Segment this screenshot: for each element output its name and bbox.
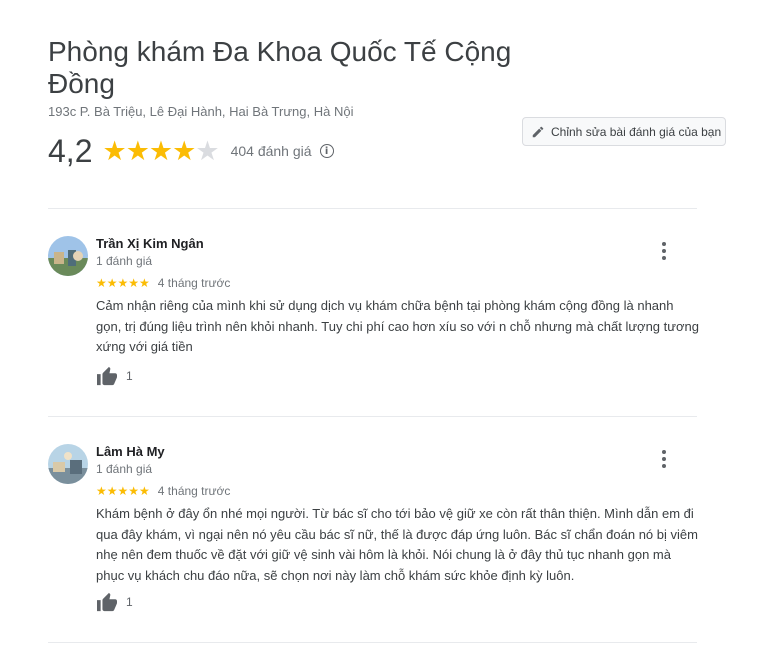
review-card: Trần Xị Kim Ngân 1 đánh giá ★★★★★ 4 thán… (48, 236, 699, 396)
rating-summary: 4,2 ★ ★ ★ ★ ★ 404 đánh giá i (48, 131, 528, 171)
review-rating: ★★★★★ 4 tháng trước (96, 276, 230, 290)
review-card: Lâm Hà My 1 đánh giá ★★★★★ 4 tháng trước… (48, 444, 698, 624)
place-title: Phòng khám Đa Khoa Quốc Tế Cộng Đồng (48, 36, 512, 99)
edit-review-label: Chỉnh sửa bài đánh giá của bạn (551, 124, 722, 139)
review-author[interactable]: Trần Xị Kim Ngân (96, 236, 204, 251)
review-time: 4 tháng trước (157, 276, 231, 290)
like-button[interactable]: 1 (96, 592, 133, 612)
review-time: 4 tháng trước (157, 484, 231, 498)
like-button[interactable]: 1 (96, 366, 133, 386)
pencil-icon (532, 126, 544, 137)
thumbs-up-icon (97, 366, 117, 386)
divider (48, 208, 697, 209)
divider (48, 642, 697, 643)
edit-review-button[interactable]: Chỉnh sửa bài đánh giá của bạn (522, 117, 726, 146)
star-empty-icon: ★ (195, 135, 219, 166)
star-icon: ★ (125, 135, 150, 166)
more-options-icon[interactable] (656, 242, 672, 260)
like-count: 1 (126, 369, 133, 383)
thumbs-up-icon (97, 592, 117, 612)
like-count: 1 (126, 595, 133, 609)
review-author-meta: 1 đánh giá (96, 254, 153, 268)
rating-value: 4,2 (48, 132, 93, 169)
review-author-meta: 1 đánh giá (96, 462, 153, 476)
place-header: Phòng khám Đa Khoa Quốc Tế Cộng Đồng 193… (48, 36, 528, 171)
review-stars: ★★★★★ (96, 276, 150, 290)
avatar[interactable] (48, 236, 88, 276)
info-icon[interactable]: i (319, 144, 334, 158)
review-author[interactable]: Lâm Hà My (96, 444, 165, 459)
review-rating: ★★★★★ 4 tháng trước (96, 484, 230, 498)
review-count: 404 đánh giá (230, 143, 312, 159)
review-text: Khám bệnh ở đây ổn nhé mọi người. Từ bác… (96, 506, 698, 583)
review-stars: ★★★★★ (96, 484, 150, 498)
star-icon: ★ (148, 135, 173, 166)
place-address: 193c P. Bà Triệu, Lê Đại Hành, Hai Bà Tr… (48, 104, 354, 119)
rating-stars: ★ ★ ★ ★ ★ (102, 135, 219, 166)
review-text: Cảm nhận riêng của mình khi sử dụng dịch… (96, 298, 699, 354)
more-options-icon[interactable] (656, 450, 672, 468)
divider (48, 416, 697, 417)
avatar[interactable] (48, 444, 88, 484)
star-icon: ★ (172, 135, 196, 166)
star-icon: ★ (102, 135, 126, 166)
